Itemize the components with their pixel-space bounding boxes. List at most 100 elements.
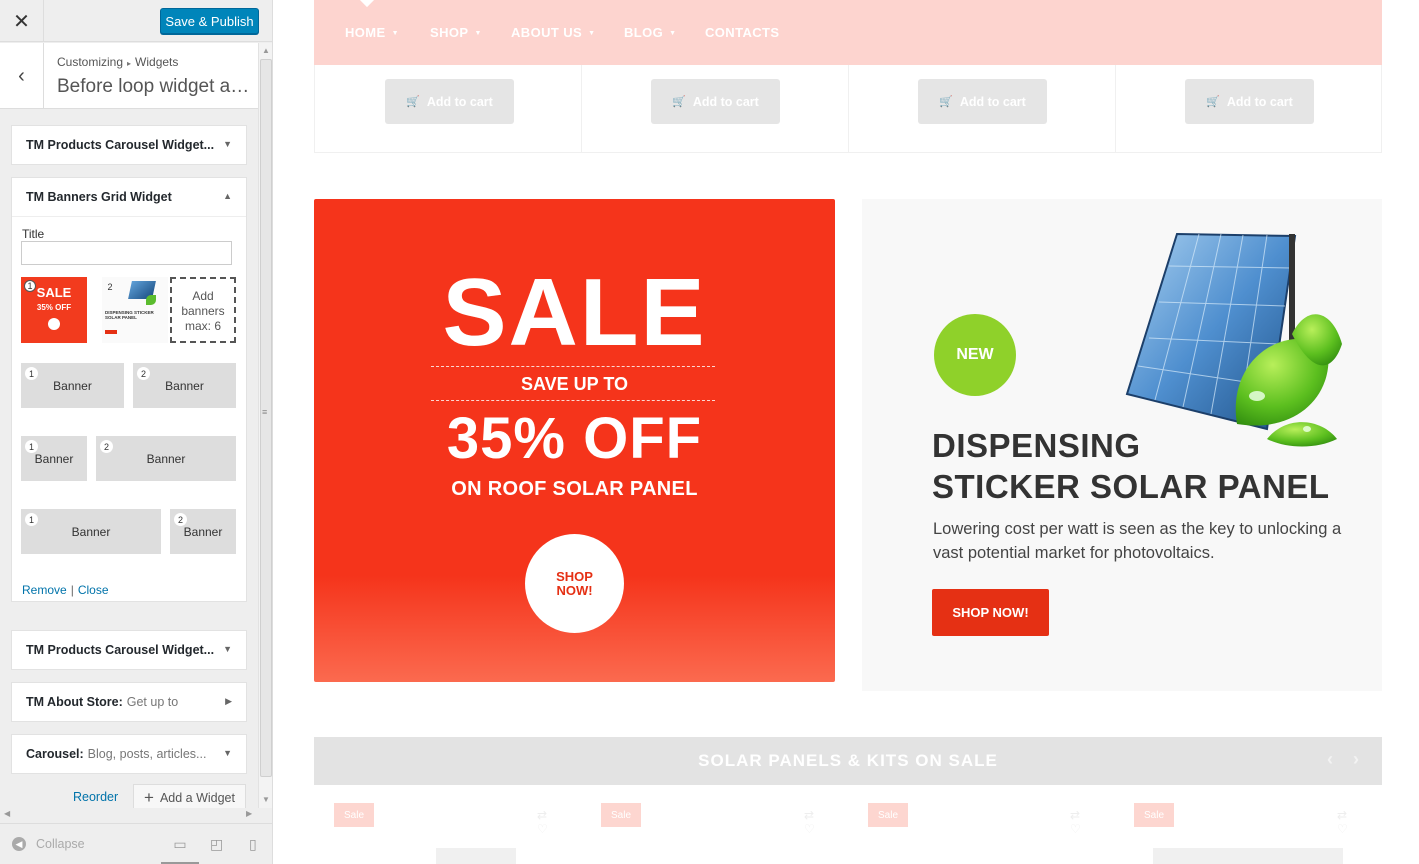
close-link[interactable]: Close bbox=[78, 583, 109, 597]
banner-thumb-2[interactable]: 2 DISPENSING STICKER SOLAR PANEL bbox=[102, 277, 168, 343]
nav-item-contacts[interactable]: CONTACTS bbox=[705, 25, 779, 40]
back-button[interactable]: ‹ bbox=[0, 43, 44, 109]
add-to-cart-label: Add to cart bbox=[959, 94, 1026, 109]
mobile-icon[interactable]: ▯ bbox=[249, 836, 257, 853]
scrollbar-thumb[interactable] bbox=[260, 59, 272, 777]
compare-icon[interactable]: ⇄ ♡ bbox=[1070, 808, 1084, 838]
solar-heading-line-1: DISPENSING bbox=[932, 427, 1141, 464]
add-to-cart-button[interactable]: 🛒 Add to cart bbox=[385, 79, 514, 124]
widget-title: TM Banners Grid Widget bbox=[26, 190, 172, 204]
main-navigation: HOME ▼ SHOP ▼ ABOUT US ▼ BLOG ▼ CONTACTS bbox=[314, 0, 1382, 65]
dashed-divider bbox=[431, 366, 715, 367]
add-to-cart-button[interactable]: 🛒 Add to cart bbox=[651, 79, 780, 124]
percent-off-text: 35% OFF bbox=[446, 406, 703, 471]
product-image[interactable] bbox=[436, 848, 516, 864]
remove-link[interactable]: Remove bbox=[22, 583, 67, 597]
carousel-title: SOLAR PANELS & KITS ON SALE bbox=[698, 751, 998, 770]
widget-subtitle: Get up to bbox=[126, 695, 179, 709]
basket-icon: 🛒 bbox=[1206, 96, 1220, 108]
solar-heading-line-2: STICKER SOLAR PANEL bbox=[932, 468, 1330, 505]
widget-header[interactable]: Carousel: Blog, posts, articles... ▼ bbox=[12, 735, 246, 773]
nav-item-shop[interactable]: SHOP ▼ bbox=[430, 25, 482, 40]
add-banners-button[interactable]: Add banners max: 6 bbox=[170, 277, 236, 343]
products-row: 🛒 Add to cart 🛒 Add to cart 🛒 Add to cart 🛒… bbox=[314, 65, 1382, 153]
product-cell: 🛒 Add to cart bbox=[581, 65, 848, 153]
close-customizer-button[interactable]: ✕ bbox=[0, 0, 44, 42]
banner-label: Banner bbox=[34, 451, 74, 466]
thumb-shop-button bbox=[105, 330, 117, 334]
add-to-cart-label: Add to cart bbox=[1226, 94, 1293, 109]
carousel-next-icon[interactable]: › bbox=[1353, 749, 1360, 770]
compare-icon[interactable]: ⇄ ♡ bbox=[804, 808, 818, 838]
chevron-down-icon: ▼ bbox=[669, 30, 677, 37]
save-publish-button[interactable]: Save & Publish bbox=[160, 8, 259, 34]
desktop-icon[interactable]: ▭ bbox=[161, 836, 199, 864]
thumb-solar-text: DISPENSING STICKER SOLAR PANEL bbox=[105, 310, 154, 320]
compare-icon[interactable]: ⇄ ♡ bbox=[537, 808, 551, 838]
caret-up-icon: ▲ bbox=[223, 191, 232, 201]
add-to-cart-button[interactable]: 🛒 Add to cart bbox=[1185, 79, 1314, 124]
sale-tag: Sale bbox=[868, 803, 908, 827]
shop-now-circle-button[interactable]: SHOP NOW! bbox=[525, 534, 624, 633]
carousel-prev-icon[interactable]: ‹ bbox=[1327, 749, 1334, 770]
layout-3-banner-2[interactable]: 2 Banner bbox=[170, 509, 236, 554]
carousel-header: SOLAR PANELS & KITS ON SALE ‹ › bbox=[314, 737, 1382, 785]
scroll-right-icon[interactable]: ▶ bbox=[246, 809, 252, 818]
product-cell: 🛒 Add to cart bbox=[1115, 65, 1382, 153]
add-to-cart-button[interactable]: 🛒 Add to cart bbox=[918, 79, 1047, 124]
banner-number: 2 bbox=[174, 513, 187, 526]
logo-diamond-icon bbox=[359, 0, 375, 8]
layout-1-banner-2[interactable]: 2 Banner bbox=[133, 363, 236, 408]
widget-header[interactable]: TM Products Carousel Widget... ▼ bbox=[12, 631, 246, 669]
widget-header[interactable]: TM Products Carousel Widget... ▼ bbox=[12, 126, 246, 164]
site-preview: HOME ▼ SHOP ▼ ABOUT US ▼ BLOG ▼ CONTACTS 🛒 Ad… bbox=[273, 0, 1419, 864]
add-widget-button[interactable]: + Add a Widget bbox=[133, 784, 246, 808]
layout-1-banner-1[interactable]: 1 Banner bbox=[21, 363, 124, 408]
title-input[interactable] bbox=[21, 241, 232, 265]
banner-number: 1 bbox=[25, 367, 38, 380]
scroll-left-icon[interactable]: ◀ bbox=[4, 809, 10, 818]
customizer-footer: ◀ Collapse ▭ ◰ ▯ bbox=[0, 823, 272, 864]
vertical-scrollbar[interactable]: ▲ ≡ ▼ bbox=[258, 43, 272, 808]
compare-icon[interactable]: ⇄ ♡ bbox=[1337, 808, 1351, 838]
horizontal-scrollbar[interactable]: ◀ ▶ bbox=[0, 808, 258, 822]
widget-carousel: Carousel: Blog, posts, articles... ▼ bbox=[11, 734, 247, 774]
collapse-button[interactable]: ◀ Collapse bbox=[12, 837, 85, 851]
chevron-down-icon: ▼ bbox=[588, 30, 596, 37]
banner-label: Banner bbox=[183, 524, 223, 539]
layout-3-banner-1[interactable]: 1 Banner bbox=[21, 509, 161, 554]
solar-description: Lowering cost per watt is seen as the ke… bbox=[933, 520, 1342, 562]
shop-now-button[interactable]: SHOP NOW! bbox=[932, 589, 1049, 636]
sale-tag: Sale bbox=[601, 803, 641, 827]
basket-icon: 🛒 bbox=[672, 96, 686, 108]
scroll-down-icon[interactable]: ▼ bbox=[262, 795, 270, 804]
banner-number: 2 bbox=[137, 367, 150, 380]
nav-item-blog[interactable]: BLOG ▼ bbox=[624, 25, 677, 40]
widget-banners-grid: TM Banners Grid Widget ▲ Title 1 SALE 35… bbox=[11, 177, 247, 602]
thumb-number: 1 bbox=[24, 280, 36, 292]
reorder-link[interactable]: Reorder bbox=[73, 790, 118, 804]
solar-panel-icon bbox=[1125, 232, 1342, 447]
thumb-off-text: 35% OFF bbox=[36, 303, 72, 312]
layout-2-banner-2[interactable]: 2 Banner bbox=[96, 436, 236, 481]
tablet-icon[interactable]: ◰ bbox=[210, 836, 223, 853]
banner-label: Banner bbox=[165, 378, 204, 393]
layout-2-banner-1[interactable]: 1 Banner bbox=[21, 436, 87, 481]
caret-down-icon: ▼ bbox=[223, 644, 232, 654]
widget-header[interactable]: TM Banners Grid Widget ▲ bbox=[12, 178, 246, 216]
scroll-up-icon[interactable]: ▲ bbox=[262, 46, 270, 55]
solar-banner[interactable]: NEW DISPENSING STICKER SOLAR PANEL Lower… bbox=[862, 199, 1382, 691]
widget-header[interactable]: TM About Store: Get up to ▶ bbox=[12, 683, 246, 721]
nav-label: ABOUT US bbox=[511, 25, 583, 40]
banner-label: Banner bbox=[53, 378, 92, 393]
customizer-header: ✕ Save & Publish bbox=[0, 0, 272, 42]
sale-banner[interactable]: SALE SAVE UP TO 35% OFF ON ROOF SOLAR PA… bbox=[314, 199, 835, 682]
nav-label: BLOG bbox=[624, 25, 664, 40]
nav-item-about[interactable]: ABOUT US ▼ bbox=[511, 25, 595, 40]
thumb-shop-circle bbox=[48, 318, 60, 330]
nav-item-home[interactable]: HOME ▼ bbox=[345, 25, 399, 40]
product-image[interactable] bbox=[1153, 848, 1343, 864]
banner-thumb-1[interactable]: 1 SALE 35% OFF bbox=[21, 277, 87, 343]
new-badge: NEW bbox=[934, 314, 1016, 396]
leaf-icon bbox=[146, 295, 156, 305]
